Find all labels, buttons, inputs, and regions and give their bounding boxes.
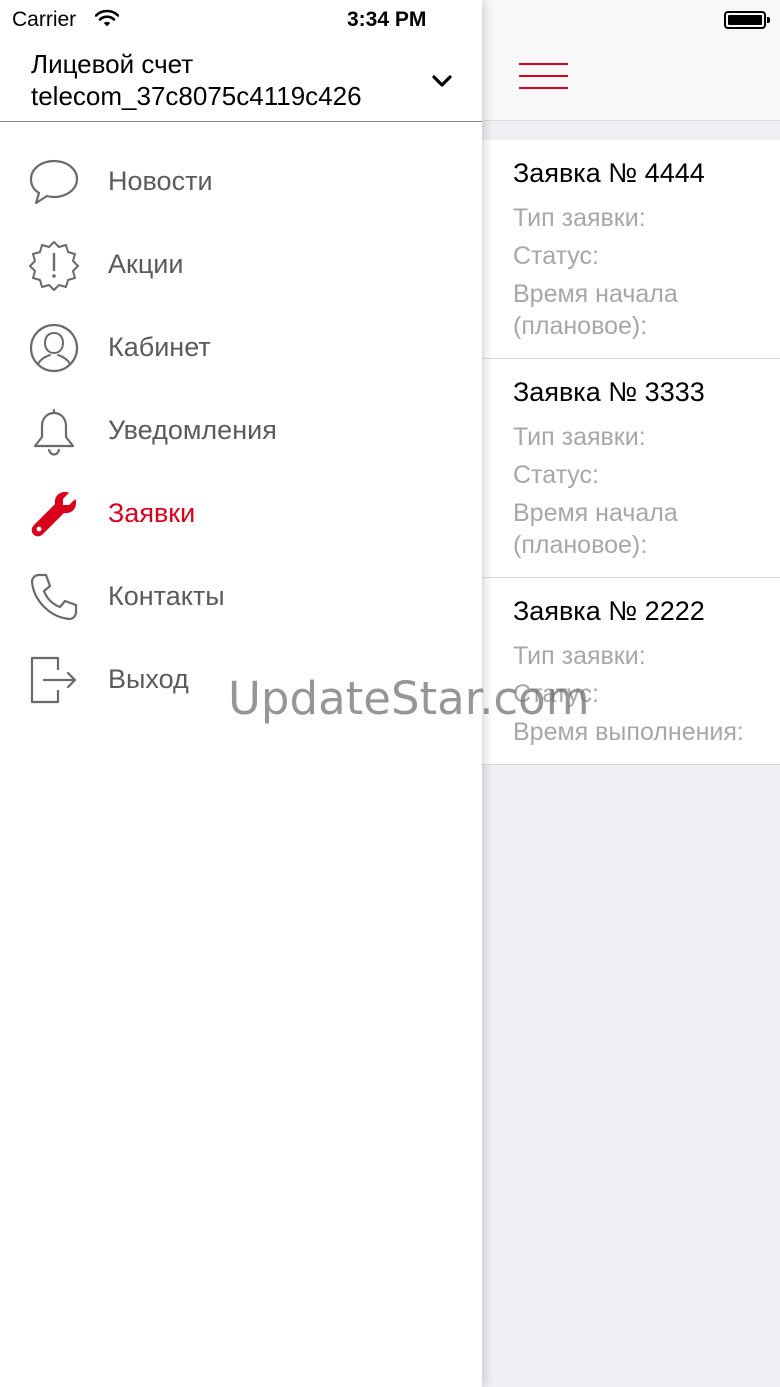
menu-item-label: Уведомления xyxy=(108,415,277,445)
carrier-name: Carrier xyxy=(12,8,77,31)
bell-icon xyxy=(33,408,75,456)
menu-item-logout[interactable]: Выход xyxy=(0,638,482,721)
request-status-label: Статус: xyxy=(513,242,599,270)
request-status-label: Статус: xyxy=(513,461,599,489)
chevron-down-icon[interactable] xyxy=(431,73,453,89)
requests-screen: Заявка № 4444 Тип заявки: Статус: Время … xyxy=(482,0,780,1387)
alert-badge-icon xyxy=(29,241,79,291)
status-time: 3:34 PM xyxy=(347,8,427,31)
request-time-label-cont: (плановое): xyxy=(513,531,648,559)
request-time-label: Время выполнения: xyxy=(513,718,744,746)
request-card[interactable]: Заявка № 3333 Тип заявки: Статус: Время … xyxy=(482,359,780,578)
drawer-menu: Новости Акции Кабинет Уведомления Заявки… xyxy=(0,140,482,721)
phone-icon xyxy=(30,573,78,621)
account-id: telecom_37c8075c4119c426 xyxy=(31,81,362,111)
request-type-label: Тип заявки: xyxy=(513,642,646,670)
menu-item-label: Заявки xyxy=(108,498,196,528)
menu-item-label: Акции xyxy=(108,249,184,279)
request-type-label: Тип заявки: xyxy=(513,423,646,451)
battery-icon xyxy=(724,11,770,29)
wifi-icon xyxy=(95,9,119,27)
wrench-icon xyxy=(31,492,76,537)
requests-list: Заявка № 4444 Тип заявки: Статус: Время … xyxy=(482,140,780,765)
side-drawer: Carrier 3:34 PM Лицевой счет telecom_37c… xyxy=(0,0,482,1387)
request-title: Заявка № 4444 xyxy=(513,158,705,188)
request-status-label: Статус: xyxy=(513,680,599,708)
status-bar: Carrier 3:34 PM xyxy=(0,0,482,40)
speech-bubble-icon xyxy=(29,159,79,205)
request-card[interactable]: Заявка № 2222 Тип заявки: Статус: Время … xyxy=(482,578,780,765)
request-title: Заявка № 2222 xyxy=(513,596,705,626)
account-selector[interactable]: Лицевой счет telecom_37c8075c4119c426 xyxy=(0,40,482,122)
menu-item-contacts[interactable]: Контакты xyxy=(0,555,482,638)
menu-item-cabinet[interactable]: Кабинет xyxy=(0,306,482,389)
menu-item-label: Контакты xyxy=(108,581,225,611)
request-time-label: Время начала xyxy=(513,499,678,527)
request-time-label: Время начала xyxy=(513,280,678,308)
request-title: Заявка № 3333 xyxy=(513,377,705,407)
request-card[interactable]: Заявка № 4444 Тип заявки: Статус: Время … xyxy=(482,140,780,359)
menu-item-label: Новости xyxy=(108,166,213,196)
menu-item-news[interactable]: Новости xyxy=(0,140,482,223)
menu-item-notifications[interactable]: Уведомления xyxy=(0,389,482,472)
menu-item-label: Кабинет xyxy=(108,332,211,362)
account-label: Лицевой счет xyxy=(31,49,194,79)
logout-icon xyxy=(30,656,77,704)
user-icon xyxy=(29,323,79,373)
hamburger-menu-icon[interactable] xyxy=(519,63,568,91)
menu-item-label: Выход xyxy=(108,664,189,694)
menu-item-requests[interactable]: Заявки xyxy=(0,472,482,555)
app-header xyxy=(482,0,780,121)
request-type-label: Тип заявки: xyxy=(513,204,646,232)
menu-item-promotions[interactable]: Акции xyxy=(0,223,482,306)
request-time-label-cont: (плановое): xyxy=(513,312,648,340)
